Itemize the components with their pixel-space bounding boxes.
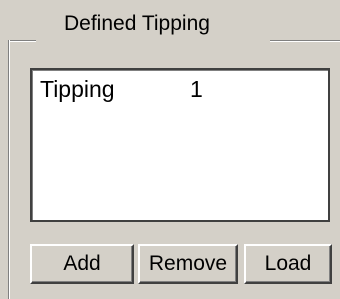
defined-tipping-panel: Defined Tipping Tipping 1 Add Remove Loa… [0,0,340,299]
group-box-border [8,40,36,42]
remove-button[interactable]: Remove [138,244,238,284]
add-button[interactable]: Add [30,244,134,284]
list-item-value: 1 [190,76,203,102]
group-box-border [270,40,340,42]
list-item[interactable]: Tipping 1 [40,76,203,103]
tipping-list[interactable]: Tipping 1 [30,68,330,222]
list-item-name: Tipping [40,76,115,102]
group-title: Defined Tipping [64,12,210,35]
load-button[interactable]: Load [244,244,332,284]
group-box-border [8,40,10,299]
